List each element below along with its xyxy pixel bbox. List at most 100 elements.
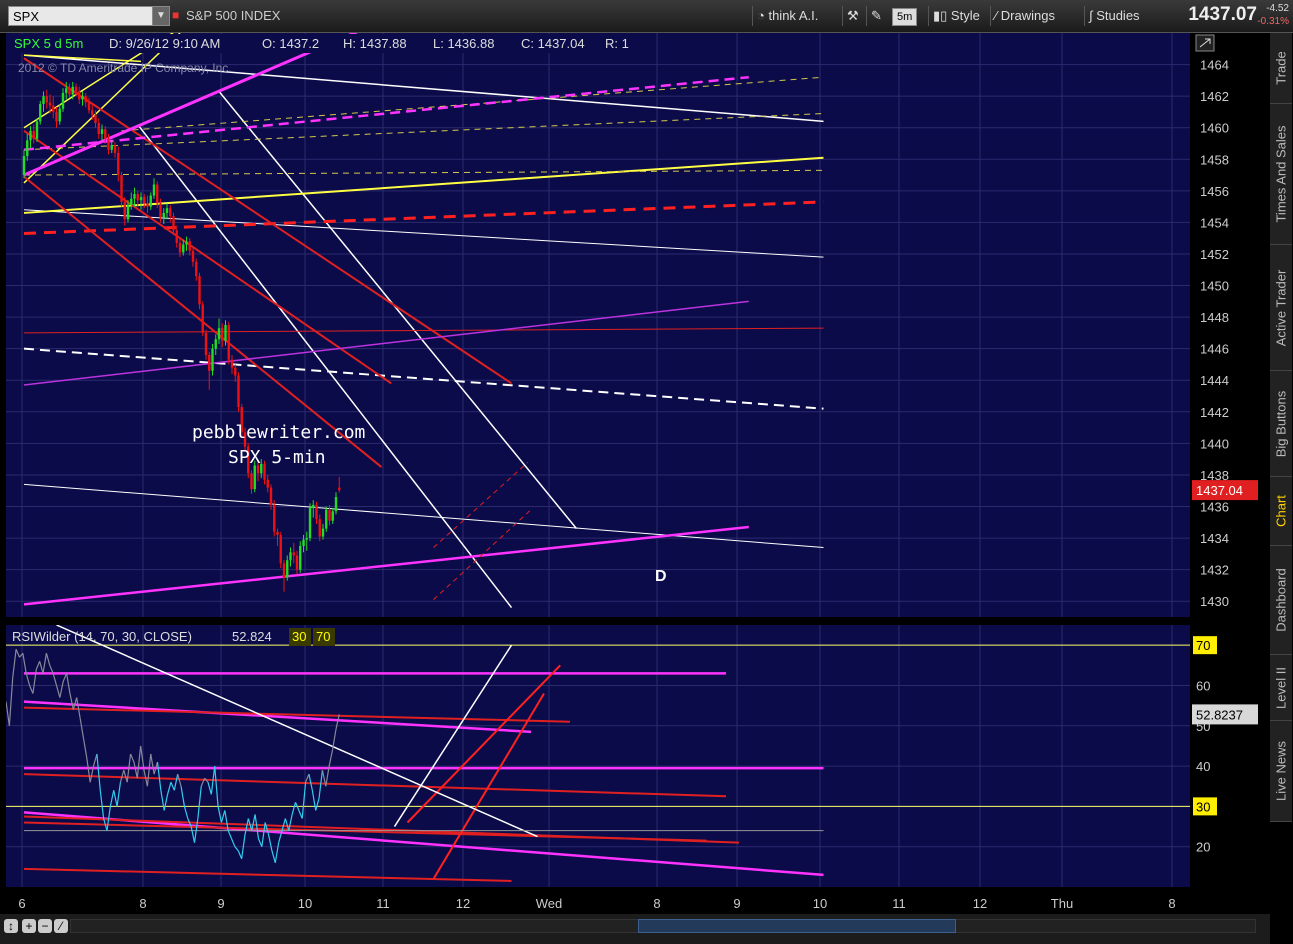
candle-body (182, 244, 185, 253)
tab-level-ii[interactable]: Level II (1270, 655, 1292, 721)
candle-body (172, 216, 175, 231)
rsi-panel-bg (6, 625, 1190, 887)
candle-body (149, 195, 152, 207)
candle-body (68, 88, 71, 95)
bar-close: C: 1437.04 (521, 36, 585, 51)
candle-body (110, 145, 113, 150)
bar-open: O: 1437.2 (262, 36, 319, 51)
candle-body (175, 230, 178, 243)
price-tick-label: 1430 (1200, 594, 1229, 609)
candle-body (146, 203, 149, 207)
candle-body (165, 208, 169, 213)
candle-body (266, 479, 269, 488)
x-tick-label: 12 (456, 896, 470, 911)
zoom-reset-icon[interactable]: ⁄ (54, 919, 68, 933)
x-tick-label: 10 (813, 896, 827, 911)
rsi-tick-label: 60 (1196, 678, 1210, 693)
tab-live-news[interactable]: Live News (1270, 721, 1292, 822)
x-tick-label: 11 (892, 896, 906, 911)
rsi-tick-label: 70 (1196, 638, 1210, 653)
zoom-out-icon[interactable]: − (38, 919, 52, 933)
candle-body (133, 193, 136, 199)
candle-body (81, 96, 84, 100)
zoom-in-icon[interactable]: + (22, 919, 36, 933)
candle-body (58, 108, 61, 122)
candle-body (107, 138, 110, 150)
candle-body (286, 560, 289, 578)
time-x-axis: 6 8 9 10 11 12 Wed 8 9 10 11 12 Thu 8 (18, 896, 1175, 911)
candle-body (26, 140, 29, 157)
candle-body (94, 115, 97, 123)
candle-body (104, 129, 107, 139)
candle-body (130, 198, 133, 206)
x-tick-label: 8 (653, 896, 660, 911)
candle-body (120, 175, 123, 202)
x-tick-label: 12 (973, 896, 987, 911)
chart-symbol: SPX 5 d 5m (14, 36, 83, 51)
bar-low: L: 1436.88 (433, 36, 494, 51)
tab-trade-label: Trade (1273, 51, 1289, 85)
tab-chart[interactable]: Chart (1270, 477, 1292, 546)
rsi-current-tag-label: 52.8237 (1196, 707, 1243, 722)
annotation-site: pebblewriter.com (192, 422, 365, 443)
candle-body (152, 184, 156, 196)
candle-body (97, 122, 100, 135)
candle-body (227, 325, 230, 360)
tab-trade[interactable]: Trade (1270, 33, 1292, 104)
candle-body (273, 504, 276, 532)
candle-body (328, 509, 331, 521)
rsi-y-axis: 203040506070 (1193, 636, 1217, 855)
candle-body (308, 508, 312, 539)
candle-body (74, 86, 78, 92)
price-tick-label: 1432 (1200, 563, 1229, 578)
candle-body (201, 304, 204, 333)
candle-body (321, 528, 325, 537)
tab-big-buttons-label: Big Buttons (1273, 390, 1289, 457)
tab-big-buttons[interactable]: Big Buttons (1270, 371, 1292, 477)
tab-dashboard[interactable]: Dashboard (1270, 546, 1292, 655)
candle-body (91, 110, 94, 116)
price-tick-label: 1446 (1200, 342, 1229, 357)
candle-body (305, 538, 308, 540)
tab-times-and-sales[interactable]: Times And Sales (1270, 104, 1292, 245)
candle-body (282, 563, 286, 578)
candle-body (331, 511, 334, 521)
price-y-axis: 1430143214341436143814401442144414461448… (1200, 58, 1229, 610)
x-tick-label: 6 (18, 896, 25, 911)
price-tick-label: 1440 (1200, 436, 1229, 451)
candle-body (299, 545, 302, 570)
candle-body (214, 339, 217, 349)
candle-body (325, 509, 328, 529)
candle-body (39, 104, 42, 122)
x-tick-label: 9 (733, 896, 740, 911)
candle-body (52, 105, 55, 112)
candle-body (143, 197, 146, 204)
candle-body (100, 129, 104, 135)
candle-body (253, 465, 256, 490)
tab-active-trader-label: Active Trader (1273, 269, 1289, 346)
candle-body (178, 242, 182, 253)
candle-body (156, 184, 159, 204)
candle-body (250, 473, 253, 490)
chart-area[interactable]: 1430143214341436143814401442144414461448… (0, 0, 1270, 914)
x-tick-label: Thu (1051, 896, 1073, 911)
candle-body (315, 504, 318, 520)
price-tick-label: 1436 (1200, 500, 1229, 515)
candle-body (211, 348, 214, 371)
price-tick-label: 1452 (1200, 247, 1229, 262)
tab-dashboard-label: Dashboard (1273, 568, 1289, 632)
candle-body (269, 487, 273, 505)
candle-body (334, 497, 338, 512)
candle-body (48, 102, 52, 106)
candle-body (188, 241, 191, 251)
tab-active-trader[interactable]: Active Trader (1270, 245, 1292, 371)
time-scrollbar-thumb[interactable] (638, 919, 956, 933)
annotation-timeframe: SPX 5-min (228, 447, 326, 468)
candle-body (276, 531, 279, 535)
x-tick-label: 8 (1168, 896, 1175, 911)
pan-icon[interactable]: ↕ (4, 919, 18, 933)
candle-body (191, 250, 195, 262)
rsi-value: 52.824 (232, 629, 272, 644)
price-tick-label: 1464 (1200, 58, 1229, 73)
candle-body (22, 156, 26, 176)
